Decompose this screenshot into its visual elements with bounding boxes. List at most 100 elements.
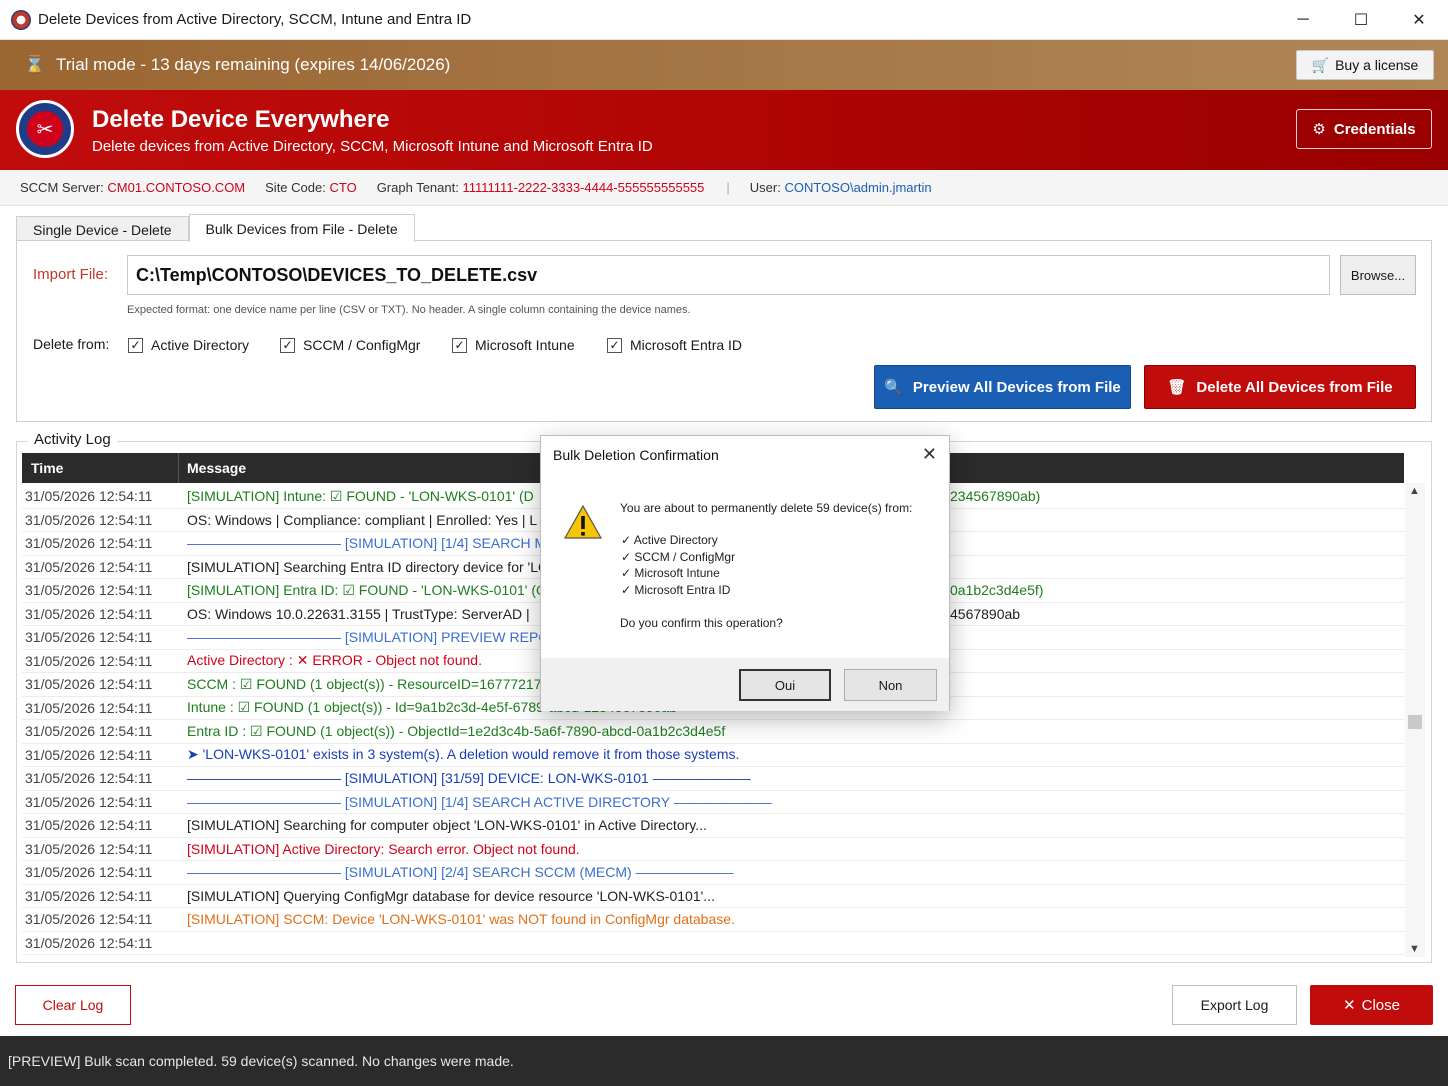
trial-text: Trial mode - 13 days remaining (expires …	[56, 55, 451, 74]
format-hint: Expected format: one device name per lin…	[127, 304, 691, 316]
checkbox-intune[interactable]: ✓ Microsoft Intune	[452, 337, 575, 353]
window-controls: ─ ☐ ✕	[1274, 0, 1448, 40]
activity-log-legend: Activity Log	[28, 431, 117, 448]
checkbox-entra-id[interactable]: ✓ Microsoft Entra ID	[607, 337, 742, 353]
scroll-down-icon[interactable]: ▼	[1409, 943, 1420, 955]
log-time-cell: 31/05/2026 12:54:11	[25, 535, 153, 552]
log-scrollbar[interactable]: ▲ ▼	[1405, 483, 1425, 957]
close-window-icon[interactable]: ✕	[1390, 0, 1448, 40]
title-bar: Delete Devices from Active Directory, SC…	[0, 0, 1448, 40]
browse-button[interactable]: Browse...	[1340, 255, 1416, 295]
preview-all-button[interactable]: 🔍 Preview All Devices from File	[874, 365, 1131, 409]
log-message-segment: Active Directory :	[187, 652, 297, 669]
sccm-server-value: CM01.CONTOSO.COM	[107, 180, 246, 195]
log-message-segment: [SIMULATION] Searching for computer obje…	[187, 817, 707, 834]
log-time-cell: 31/05/2026 12:54:11	[25, 911, 153, 928]
checkbox-active-directory[interactable]: ✓ Active Directory	[128, 337, 249, 353]
checkbox-label: Microsoft Entra ID	[630, 337, 743, 353]
close-button[interactable]: ✕ Close	[1310, 985, 1433, 1025]
log-message-segment: [SIMULATION] Entra ID: ☑ FOUND - 'LON-WK…	[187, 581, 547, 598]
log-message-segment: [SIMULATION] Active Directory: Search er…	[187, 840, 580, 857]
confirm-no-button[interactable]: Non	[844, 669, 937, 701]
log-message-cell: [SIMULATION] Entra ID: ☑ FOUND - 'LON-WK…	[179, 582, 547, 599]
delete-all-button[interactable]: 🗑 Delete All Devices from File	[1144, 365, 1416, 409]
dialog-target-item: ✓ Microsoft Intune	[621, 566, 720, 580]
log-time-cell: 31/05/2026 12:54:11	[25, 582, 153, 599]
checkbox-box[interactable]: ✓	[280, 337, 295, 353]
log-message-cell: SCCM : ☑ FOUND (1 object(s)) - ResourceI…	[179, 676, 545, 693]
graph-tenant-value: 11111111-2222-3333-4444-555555555555	[462, 180, 705, 195]
log-time-cell: 31/05/2026 12:54:11	[25, 746, 153, 763]
confirm-yes-button[interactable]: Oui	[739, 669, 831, 701]
buy-license-button[interactable]: 🛒 Buy a license	[1296, 50, 1434, 80]
log-row[interactable]: 31/05/2026 12:54:11 [SIMULATION] SCCM: De…	[22, 908, 1404, 932]
checkbox-box[interactable]: ✓	[452, 337, 467, 353]
log-message-segment: ——————————— [SIMULATION] [31/59] DEVICE:…	[187, 770, 751, 787]
dialog-target-item: ✓ SCCM / ConfigMgr	[621, 549, 736, 564]
log-message-segment: ➤ 'LON-WKS-0101' exists in 3 system(s). …	[187, 746, 740, 763]
log-row[interactable]: 31/05/2026 12:54:11	[22, 932, 1404, 955]
tab-bar: Single Device - Delete Bulk Devices from…	[16, 214, 415, 242]
bulk-delete-panel: Import File: C:\Temp\CONTOSO\DEVICES_TO_…	[16, 240, 1432, 422]
logo-emblem-icon: ✂	[27, 111, 63, 147]
graph-tenant-info: Graph Tenant: 11111111-2222-3333-4444-55…	[377, 180, 705, 195]
cart-icon: 🛒	[1311, 56, 1330, 73]
log-message-cell: ——————————— [SIMULATION] [31/59] DEVICE:…	[179, 770, 751, 786]
preview-all-label: Preview All Devices from File	[912, 378, 1121, 396]
log-row[interactable]: 31/05/2026 12:54:11 ——————————— [SIMULATI…	[22, 861, 1404, 885]
log-row[interactable]: 31/05/2026 12:54:11 [SIMULATION] Querying…	[22, 885, 1404, 908]
log-row[interactable]: 31/05/2026 12:54:11 ——————————— [SIMULATI…	[22, 767, 1404, 791]
checkbox-box[interactable]: ✓	[607, 337, 622, 353]
log-message-segment: OS: Windows | Compliance: compliant | En…	[187, 511, 538, 528]
log-message-segment: ——————————— [SIMULATION] [1/4] SEARCH AC…	[187, 793, 772, 810]
gear-icon: ⚙	[1312, 121, 1326, 138]
log-message-cell: ➤ 'LON-WKS-0101' exists in 3 system(s). …	[179, 746, 739, 763]
minimize-icon[interactable]: ─	[1274, 0, 1332, 40]
credentials-label: Credentials	[1333, 120, 1416, 138]
log-time-cell: 31/05/2026 12:54:11	[25, 699, 153, 716]
tab-bulk-devices[interactable]: Bulk Devices from File - Delete	[188, 214, 415, 242]
tab-single-device[interactable]: Single Device - Delete	[16, 216, 189, 242]
site-code-value: CTO	[329, 180, 357, 195]
scroll-thumb[interactable]	[1408, 715, 1422, 729]
import-file-input[interactable]: C:\Temp\CONTOSO\DEVICES_TO_DELETE.csv	[127, 255, 1330, 295]
log-time-cell: 31/05/2026 12:54:11	[25, 723, 153, 740]
log-row[interactable]: 31/05/2026 12:54:11 ➤ 'LON-WKS-0101' exis…	[22, 744, 1404, 767]
log-row[interactable]: 31/05/2026 12:54:11 [SIMULATION] Active D…	[22, 838, 1404, 861]
log-row[interactable]: 31/05/2026 12:54:11 [SIMULATION] Searchin…	[22, 814, 1404, 838]
user-label: User:	[749, 180, 781, 195]
scroll-up-icon[interactable]: ▲	[1409, 485, 1420, 497]
log-message-segment: [SIMULATION] SCCM: Device 'LON-WKS-0101'…	[187, 911, 735, 928]
checkbox-box[interactable]: ✓	[128, 337, 143, 353]
import-file-label: Import File:	[33, 266, 109, 283]
export-log-button[interactable]: Export Log	[1172, 985, 1297, 1025]
site-code-info: Site Code: CTO	[265, 180, 357, 195]
checkbox-sccm[interactable]: ✓ SCCM / ConfigMgr	[280, 337, 420, 353]
log-row[interactable]: 31/05/2026 12:54:11 ——————————— [SIMULATI…	[22, 791, 1404, 814]
dialog-target-item: ✓ Microsoft Entra ID	[621, 582, 731, 597]
clear-log-button[interactable]: Clear Log	[15, 985, 131, 1025]
checkbox-label: Active Directory	[151, 337, 250, 353]
log-message-continuation: 234567890ab)	[950, 488, 1041, 505]
log-time-cell: 31/05/2026 12:54:11	[25, 793, 153, 810]
dialog-question: Do you confirm this operation?	[620, 616, 783, 630]
log-message-cell: Active Directory : ✕ ERROR - Object not …	[179, 652, 482, 669]
log-message-segment: FOUND - 'LON-WKS-0101' (D	[346, 487, 534, 504]
log-row[interactable]: 31/05/2026 12:54:11 Entra ID : ☑ FOUND (1…	[22, 720, 1404, 744]
maximize-icon[interactable]: ☐	[1332, 0, 1390, 40]
credentials-button[interactable]: ⚙ Credentials	[1296, 109, 1432, 149]
log-time-cell: 31/05/2026 12:54:11	[25, 605, 153, 622]
log-message-segment: OS: Windows 10.0.22631.3155 | TrustType:…	[187, 605, 530, 622]
app-header: ✂ Delete Device Everywhere Delete device…	[0, 90, 1448, 170]
dialog-close-icon[interactable]: ✕	[922, 444, 937, 465]
column-header-message[interactable]: Message	[179, 460, 246, 476]
log-message-cell: OS: Windows 10.0.22631.3155 | TrustType:…	[179, 606, 530, 622]
log-message-cell: Entra ID : ☑ FOUND (1 object(s)) - Objec…	[179, 723, 725, 740]
log-time-cell: 31/05/2026 12:54:11	[25, 676, 153, 693]
log-time-cell: 31/05/2026 12:54:11	[25, 558, 153, 575]
app-subtitle: Delete devices from Active Directory, SC…	[92, 138, 653, 155]
log-time-cell: 31/05/2026 12:54:11	[25, 652, 153, 669]
column-header-time[interactable]: Time	[22, 453, 179, 483]
dialog-target-list: ✓ Active Directory ✓ SCCM / ConfigMgr ✓ …	[621, 532, 735, 598]
log-time-cell: 31/05/2026 12:54:11	[25, 629, 153, 646]
